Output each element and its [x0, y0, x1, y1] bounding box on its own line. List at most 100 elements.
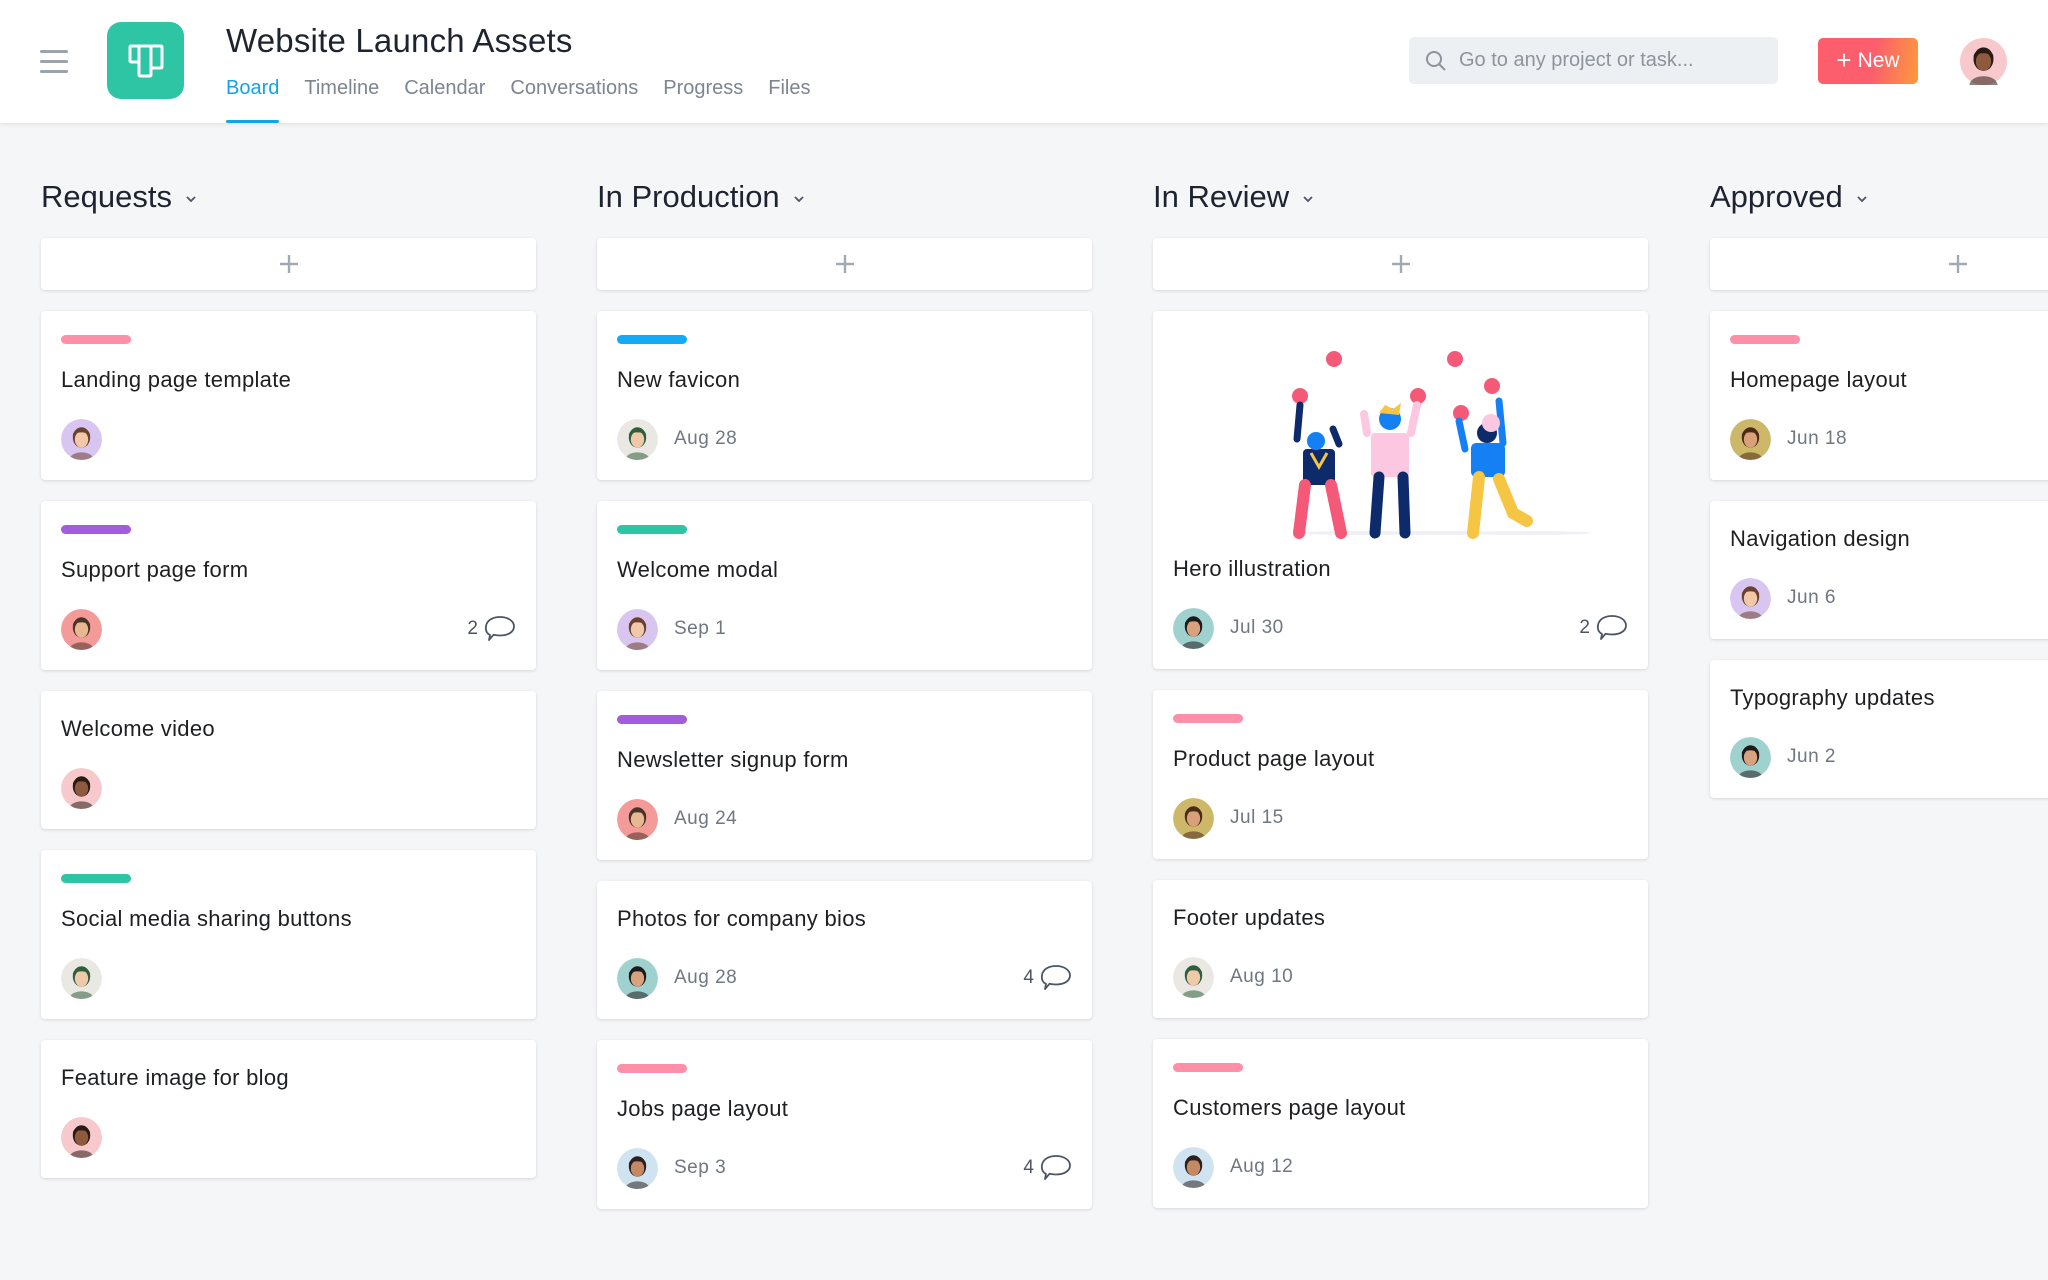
tab-files[interactable]: Files [768, 74, 810, 123]
due-date[interactable]: Sep 3 [674, 1157, 726, 1179]
task-card[interactable]: Product page layout Jul 15 [1153, 690, 1648, 859]
assignee-avatar[interactable] [1173, 956, 1214, 998]
search-input[interactable] [1459, 49, 1759, 72]
tab-timeline[interactable]: Timeline [304, 74, 379, 123]
task-card[interactable]: Navigation design Jun 6 [1710, 501, 2048, 639]
assignee-avatar[interactable] [61, 957, 102, 999]
due-date[interactable]: Jun 2 [1787, 746, 1836, 768]
comment-count-text: 2 [467, 618, 478, 639]
top-bar: Website Launch Assets Board Timeline Calen… [0, 0, 2048, 123]
search-bar[interactable] [1409, 37, 1778, 84]
tag-pink [1173, 1063, 1243, 1072]
column-title[interactable]: Approved [1710, 179, 1869, 215]
task-card[interactable]: Homepage layout Jun 18 [1710, 311, 2048, 480]
assignee-avatar[interactable] [61, 418, 102, 460]
task-card[interactable]: Footer updates Aug 10 [1153, 880, 1648, 1018]
add-task-button[interactable] [1153, 238, 1648, 290]
comment-count[interactable]: 2 [1579, 614, 1628, 642]
chevron-down-icon[interactable] [1855, 192, 1869, 206]
project-tabs: Board Timeline Calendar Conversations Progre… [226, 74, 836, 123]
tab-conversations[interactable]: Conversations [510, 74, 638, 123]
card-list: Landing page template Support page form 2 W… [41, 311, 536, 1199]
due-date[interactable]: Jul 30 [1230, 617, 1284, 639]
assignee-avatar[interactable] [1730, 418, 1771, 460]
task-card[interactable]: Customers page layout Aug 12 [1153, 1039, 1648, 1208]
tag-teal [617, 525, 687, 534]
chevron-down-icon[interactable] [1301, 192, 1315, 206]
task-card[interactable]: Photos for company bios Aug 28 4 [597, 881, 1092, 1019]
chevron-down-icon[interactable] [184, 192, 198, 206]
assignee-avatar[interactable] [61, 608, 102, 650]
assignee-avatar[interactable] [1173, 797, 1214, 839]
column-title[interactable]: In Production [597, 179, 806, 215]
menu-icon[interactable] [40, 50, 68, 74]
task-title: Welcome video [61, 716, 215, 741]
task-card[interactable]: Hero illustration Jul 30 2 [1153, 311, 1648, 669]
comment-icon [1040, 1155, 1071, 1180]
comment-count[interactable]: 4 [1023, 964, 1072, 992]
column-title[interactable]: Requests [41, 179, 198, 215]
assignee-avatar[interactable] [1730, 736, 1771, 778]
project-title: Website Launch Assets [226, 22, 573, 59]
comment-count-text: 4 [1023, 967, 1034, 988]
add-task-button[interactable] [41, 238, 536, 290]
card-footer: Aug 28 [617, 418, 1072, 460]
assignee-avatar[interactable] [1730, 577, 1771, 619]
chevron-down-icon[interactable] [792, 192, 806, 206]
project-board-icon [107, 22, 184, 99]
add-task-button[interactable] [597, 238, 1092, 290]
column-title[interactable]: In Review [1153, 179, 1315, 215]
due-date[interactable]: Aug 10 [1230, 966, 1293, 988]
column-title-text: Approved [1710, 179, 1843, 214]
card-footer: Jun 2 [1730, 736, 2048, 778]
add-task-button[interactable] [1710, 238, 2048, 290]
plus-icon: + [1836, 45, 1852, 75]
tab-calendar[interactable]: Calendar [404, 74, 485, 123]
column-title-text: In Production [597, 179, 780, 214]
task-title: Social media sharing buttons [61, 906, 352, 931]
due-date[interactable]: Jun 18 [1787, 428, 1847, 450]
assignee-avatar[interactable] [1173, 1146, 1214, 1188]
comment-count[interactable]: 4 [1023, 1154, 1072, 1182]
tab-board[interactable]: Board [226, 74, 280, 123]
assignee-avatar[interactable] [617, 418, 658, 460]
card-footer: Aug 28 4 [617, 957, 1072, 999]
plus-icon [1948, 255, 1967, 273]
user-avatar[interactable] [1960, 38, 2007, 85]
due-date[interactable]: Sep 1 [674, 618, 726, 640]
tab-progress[interactable]: Progress [663, 74, 743, 123]
new-button-label: New [1857, 49, 1900, 72]
assignee-avatar[interactable] [61, 1116, 102, 1158]
assignee-avatar[interactable] [617, 957, 658, 999]
task-card[interactable]: Jobs page layout Sep 3 4 [597, 1040, 1092, 1209]
task-card[interactable]: Welcome video [41, 691, 536, 829]
task-card[interactable]: Landing page template [41, 311, 536, 480]
tag-teal [61, 874, 131, 883]
due-date[interactable]: Jul 15 [1230, 807, 1284, 829]
card-footer: 2 [61, 608, 516, 650]
search-icon [1426, 50, 1446, 71]
due-date[interactable]: Jun 6 [1787, 587, 1836, 609]
task-card[interactable]: Typography updates Jun 2 [1710, 660, 2048, 798]
assignee-avatar[interactable] [617, 608, 658, 650]
due-date[interactable]: Aug 24 [674, 808, 737, 830]
task-card[interactable]: New favicon Aug 28 [597, 311, 1092, 480]
task-card[interactable]: Feature image for blog [41, 1040, 536, 1178]
new-button[interactable]: + New [1818, 38, 1918, 84]
card-footer [61, 957, 516, 999]
task-card[interactable]: Support page form 2 [41, 501, 536, 670]
card-footer [61, 418, 516, 460]
due-date[interactable]: Aug 12 [1230, 1156, 1293, 1178]
task-title: Hero illustration [1173, 556, 1331, 581]
due-date[interactable]: Aug 28 [674, 967, 737, 989]
assignee-avatar[interactable] [61, 767, 102, 809]
assignee-avatar[interactable] [617, 798, 658, 840]
task-card[interactable]: Social media sharing buttons [41, 850, 536, 1019]
due-date[interactable]: Aug 28 [674, 428, 737, 450]
task-card[interactable]: Newsletter signup form Aug 24 [597, 691, 1092, 860]
assignee-avatar[interactable] [617, 1147, 658, 1189]
task-card[interactable]: Welcome modal Sep 1 [597, 501, 1092, 670]
comment-count[interactable]: 2 [467, 615, 516, 643]
tag-purple [617, 715, 687, 724]
assignee-avatar[interactable] [1173, 607, 1214, 649]
